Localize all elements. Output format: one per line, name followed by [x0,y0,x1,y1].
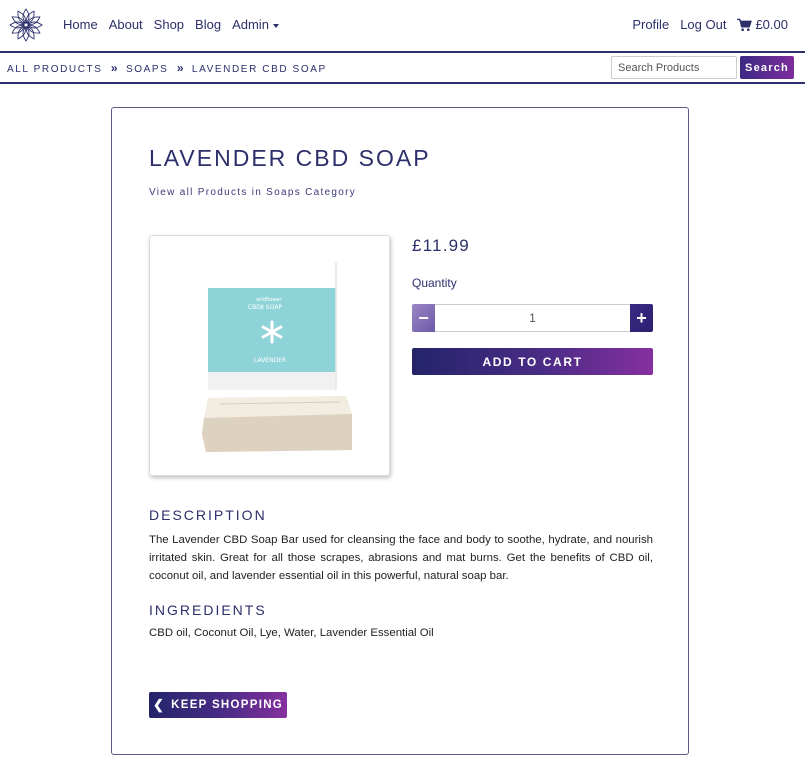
mandala-logo-icon[interactable] [8,7,44,43]
breadcrumb: ALL PRODUCTS » SOAPS » LAVENDER CBD SOAP [7,61,327,75]
increment-button[interactable]: + [630,304,653,332]
decrement-button[interactable]: − [412,304,435,332]
nav-home-link[interactable]: Home [63,17,98,32]
keep-shopping-button[interactable]: ❮ KEEP SHOPPING [149,692,287,718]
add-to-cart-button[interactable]: ADD TO CART [412,348,653,375]
top-navbar: Home About Shop Blog Admin Profile Log O… [0,0,805,51]
nav-admin-dropdown[interactable]: Admin [232,17,279,32]
quantity-label: Quantity [412,276,457,290]
description-text: The Lavender CBD Soap Bar used for clean… [149,534,653,582]
box-name-text: CBDⅡ SOAP [248,304,282,311]
breadcrumb-all-products[interactable]: ALL PRODUCTS [7,64,103,75]
product-image[interactable]: wildflower CBDⅡ SOAP LAVENDER [149,235,390,476]
product-price: £11.99 [412,236,470,255]
breadcrumb-category[interactable]: SOAPS [126,64,168,75]
description-heading: DESCRIPTION [149,507,267,523]
nav-profile-link[interactable]: Profile [632,17,669,32]
product-title: LAVENDER CBD SOAP [149,145,431,171]
search-button[interactable]: Search [740,56,794,79]
ingredients-text: CBD oil, Coconut Oil, Lye, Water, Lavend… [149,627,434,639]
nav-logout-link[interactable]: Log Out [680,17,726,32]
breadcrumb-current: LAVENDER CBD SOAP [191,64,327,75]
nav-about-link[interactable]: About [109,17,143,32]
category-link[interactable]: View all Products in Soaps Category [149,187,356,198]
box-variant-text: LAVENDER [254,357,286,364]
breadcrumb-bar: ALL PRODUCTS » SOAPS » LAVENDER CBD SOAP… [0,53,805,81]
quantity-input[interactable] [435,304,630,332]
keep-shopping-label: KEEP SHOPPING [171,699,284,711]
breadcrumb-separator: » [110,61,118,75]
ingredients-heading: INGREDIENTS [149,602,267,618]
cart-total: £0.00 [755,17,788,32]
nav-shop-link[interactable]: Shop [154,17,184,32]
quantity-stepper: − + [412,304,653,332]
main-nav: Home About Shop Blog Admin [63,17,290,32]
product-card: LAVENDER CBD SOAP View all Products in S… [111,107,689,755]
chevron-left-icon: ❮ [152,697,166,712]
caret-down-icon [272,23,279,28]
breadcrumb-separator: » [176,61,184,75]
account-nav: Profile Log Out £0.00 [621,17,788,32]
box-brand-text: wildflower [256,297,282,303]
nav-blog-link[interactable]: Blog [195,17,221,32]
soap-product-illustration: wildflower CBDⅡ SOAP LAVENDER [202,262,352,452]
search-input[interactable] [611,56,737,79]
breadcrumb-divider [0,82,805,84]
shopping-cart-icon [737,18,753,31]
nav-cart-link[interactable]: £0.00 [737,17,788,32]
nav-admin-label: Admin [232,17,269,32]
